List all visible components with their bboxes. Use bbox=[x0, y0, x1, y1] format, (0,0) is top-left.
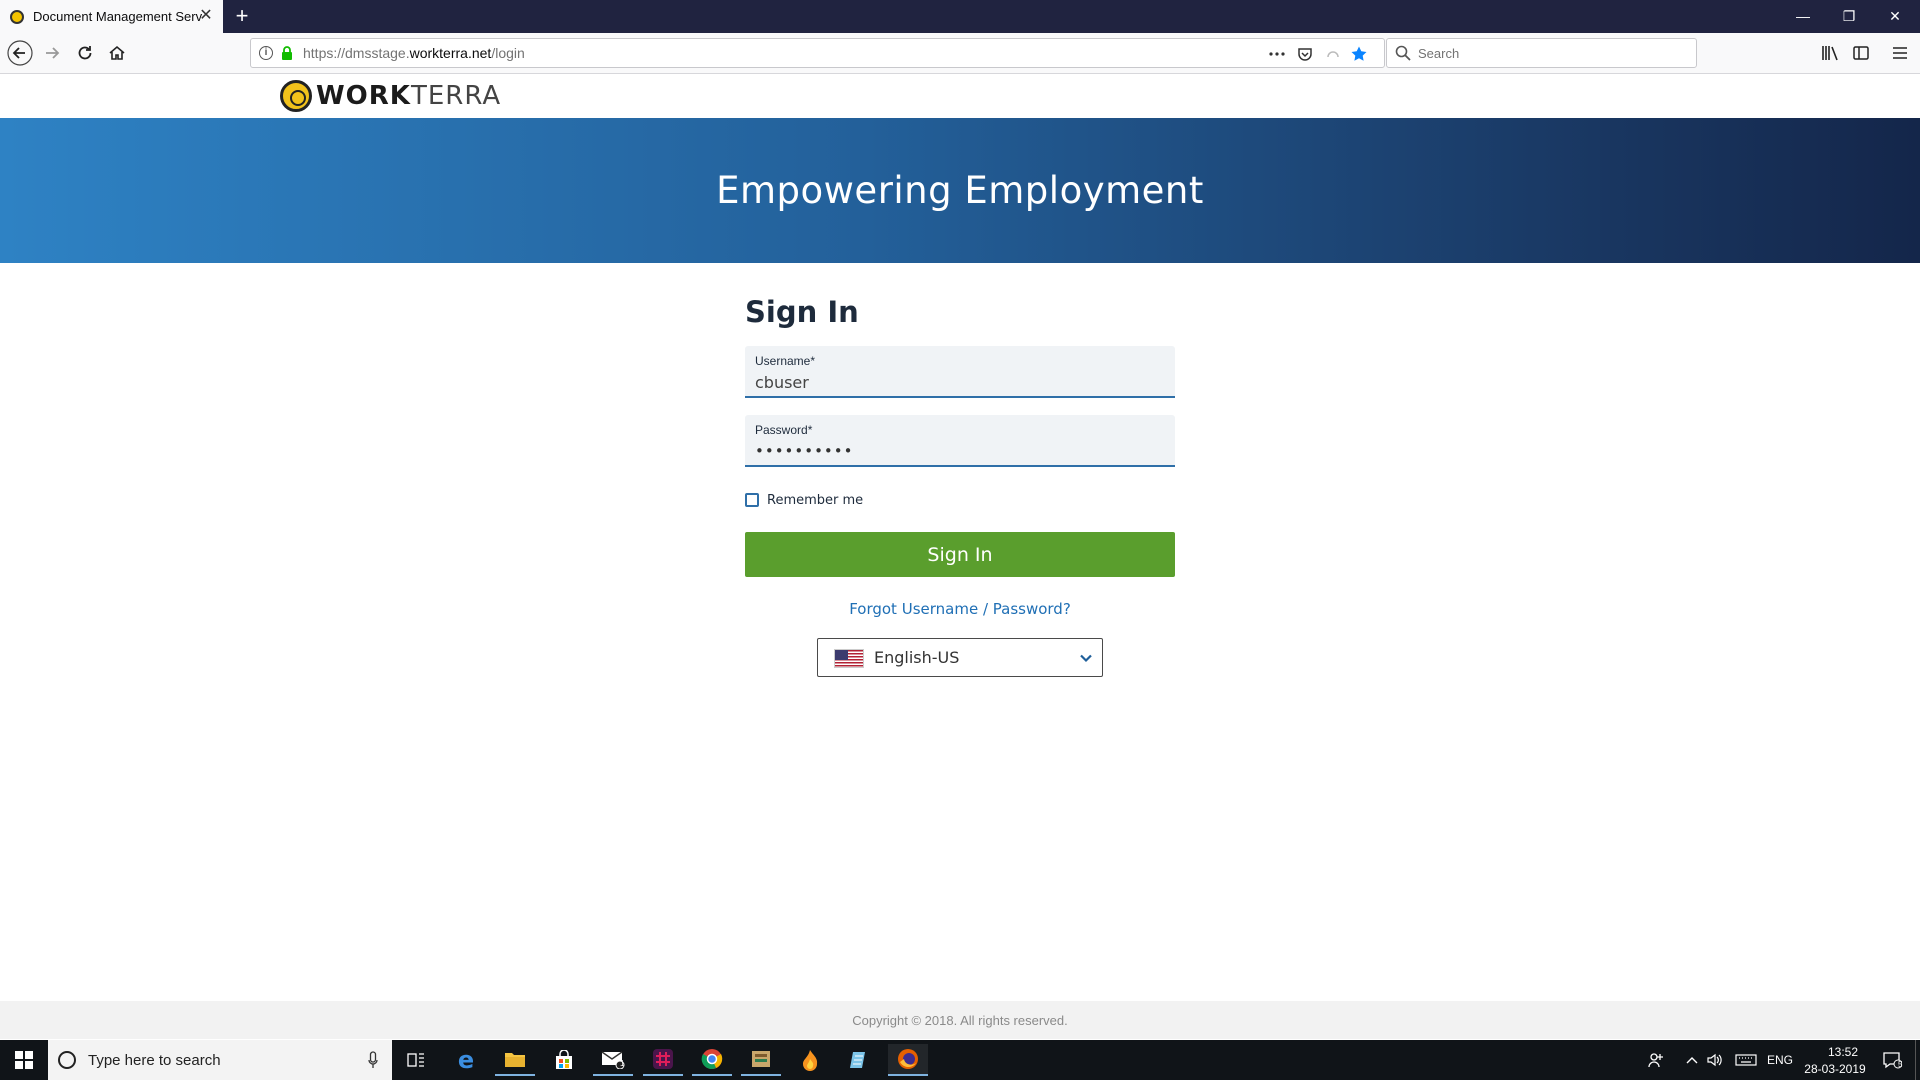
library-icon bbox=[1822, 46, 1838, 61]
edge-browser-icon[interactable]: e bbox=[446, 1044, 486, 1076]
firefox-icon[interactable] bbox=[888, 1044, 928, 1076]
back-button[interactable] bbox=[5, 38, 35, 68]
username-field[interactable]: Username* bbox=[745, 346, 1175, 398]
people-icon[interactable] bbox=[1646, 1050, 1666, 1070]
cortana-icon bbox=[58, 1051, 76, 1069]
forward-button[interactable] bbox=[37, 38, 67, 68]
reader-sync-icon[interactable] bbox=[1322, 43, 1344, 65]
browser-tab-strip: Document Management Servic ✕ + — ❐ ✕ bbox=[0, 0, 1920, 33]
sidebar-button[interactable] bbox=[1846, 38, 1876, 68]
volume-icon[interactable] bbox=[1705, 1050, 1725, 1070]
mail-badge-count: 1 bbox=[620, 1059, 625, 1068]
show-desktop-button[interactable] bbox=[1915, 1040, 1920, 1080]
us-flag-icon bbox=[834, 649, 864, 668]
slack-icon[interactable] bbox=[643, 1044, 683, 1076]
logo-light-text: TERRA bbox=[410, 81, 502, 111]
archive-app-icon[interactable] bbox=[741, 1044, 781, 1076]
reload-button[interactable] bbox=[70, 38, 100, 68]
home-icon bbox=[109, 45, 125, 60]
password-input[interactable] bbox=[755, 441, 1155, 461]
taskbar-search-placeholder: Type here to search bbox=[88, 1052, 221, 1069]
sidebar-icon bbox=[1853, 46, 1869, 60]
logo-bold-text: WORK bbox=[316, 81, 411, 111]
new-tab-button[interactable]: + bbox=[230, 4, 254, 28]
remember-me-checkbox[interactable] bbox=[745, 493, 759, 507]
tab-title: Document Management Servic bbox=[33, 9, 203, 24]
minimize-window-button[interactable]: — bbox=[1780, 0, 1826, 33]
workterra-logo-icon bbox=[280, 80, 312, 112]
hamburger-menu-icon bbox=[1893, 47, 1907, 59]
reload-icon bbox=[78, 46, 92, 60]
page-footer: Copyright © 2018. All rights reserved. bbox=[0, 1001, 1920, 1039]
url-text[interactable]: https://dmsstage.workterra.net/login bbox=[303, 45, 525, 61]
microphone-icon[interactable] bbox=[368, 1051, 378, 1069]
input-language[interactable]: ENG bbox=[1767, 1053, 1793, 1067]
close-window-button[interactable]: ✕ bbox=[1872, 0, 1918, 33]
pocket-icon[interactable] bbox=[1294, 43, 1316, 65]
browser-tab[interactable]: Document Management Servic ✕ bbox=[0, 0, 223, 33]
signin-heading: Sign In bbox=[745, 295, 859, 329]
address-bar[interactable]: i https://dmsstage.workterra.net/login bbox=[250, 38, 1385, 68]
secure-lock-icon bbox=[282, 46, 292, 60]
forward-arrow-icon bbox=[46, 47, 60, 59]
language-selected-value: English-US bbox=[874, 648, 960, 667]
site-header: WORKTERRA bbox=[0, 74, 1920, 118]
page-actions-icon[interactable] bbox=[1266, 43, 1288, 65]
home-button[interactable] bbox=[102, 38, 132, 68]
remember-me-label[interactable]: Remember me bbox=[767, 493, 863, 508]
url-host: workterra.net bbox=[409, 45, 492, 61]
site-info-icon[interactable]: i bbox=[259, 46, 273, 60]
flame-app-icon[interactable] bbox=[790, 1044, 830, 1076]
task-view-icon[interactable] bbox=[396, 1044, 436, 1076]
search-placeholder: Search bbox=[1418, 46, 1460, 61]
chevron-up-icon[interactable] bbox=[1682, 1050, 1702, 1070]
password-label: Password* bbox=[755, 423, 813, 437]
browser-navigation-bar: i https://dmsstage.workterra.net/login S… bbox=[0, 33, 1920, 74]
open-menu-button[interactable] bbox=[1885, 38, 1915, 68]
logo-wordmark: WORKTERRA bbox=[316, 81, 501, 111]
windows-logo-icon bbox=[15, 1051, 33, 1069]
bookmark-star-icon[interactable] bbox=[1348, 43, 1370, 65]
password-field[interactable]: Password* bbox=[745, 415, 1175, 467]
close-tab-icon[interactable]: ✕ bbox=[197, 7, 215, 25]
forgot-credentials-link[interactable]: Forgot Username / Password? bbox=[745, 600, 1175, 618]
workterra-favicon-icon bbox=[10, 9, 24, 24]
url-prefix: https://dmsstage. bbox=[303, 45, 410, 61]
copyright-text: Copyright © 2018. All rights reserved. bbox=[852, 1012, 1068, 1028]
keyboard-icon[interactable] bbox=[1733, 1050, 1759, 1070]
restore-window-button[interactable]: ❐ bbox=[1826, 0, 1872, 33]
username-label: Username* bbox=[755, 354, 816, 368]
windows-taskbar: Type here to search e 1 ENG 13:52 28-03-… bbox=[0, 1040, 1920, 1080]
library-button[interactable] bbox=[1815, 38, 1845, 68]
back-arrow-icon bbox=[7, 40, 33, 66]
browser-search-bar[interactable]: Search bbox=[1386, 38, 1697, 68]
store-icon[interactable] bbox=[544, 1044, 584, 1076]
file-explorer-icon[interactable] bbox=[495, 1044, 535, 1076]
clock-time[interactable]: 13:52 bbox=[1818, 1045, 1868, 1059]
search-icon bbox=[1395, 45, 1411, 66]
start-button[interactable] bbox=[0, 1040, 48, 1080]
taskbar-search-box[interactable]: Type here to search bbox=[48, 1040, 392, 1080]
hero-banner: Empowering Employment bbox=[0, 118, 1920, 263]
signin-form: Sign In Username* Password* Remember me … bbox=[745, 295, 1175, 677]
url-path: /login bbox=[491, 45, 525, 61]
language-select[interactable]: English-US bbox=[817, 638, 1103, 677]
notepad-app-icon[interactable] bbox=[839, 1044, 879, 1076]
clock-date[interactable]: 28-03-2019 bbox=[1800, 1062, 1870, 1076]
notification-count: 5 bbox=[1898, 1060, 1903, 1069]
action-center-icon[interactable]: 5 bbox=[1879, 1050, 1905, 1070]
username-input[interactable] bbox=[755, 372, 1155, 392]
workterra-logo[interactable]: WORKTERRA bbox=[280, 80, 501, 112]
chevron-down-icon bbox=[1080, 654, 1092, 663]
chrome-icon[interactable] bbox=[692, 1044, 732, 1076]
remember-me-row: Remember me bbox=[745, 492, 1175, 508]
banner-title: Empowering Employment bbox=[716, 169, 1204, 212]
mail-icon[interactable]: 1 bbox=[593, 1044, 633, 1076]
signin-button[interactable]: Sign In bbox=[745, 532, 1175, 577]
